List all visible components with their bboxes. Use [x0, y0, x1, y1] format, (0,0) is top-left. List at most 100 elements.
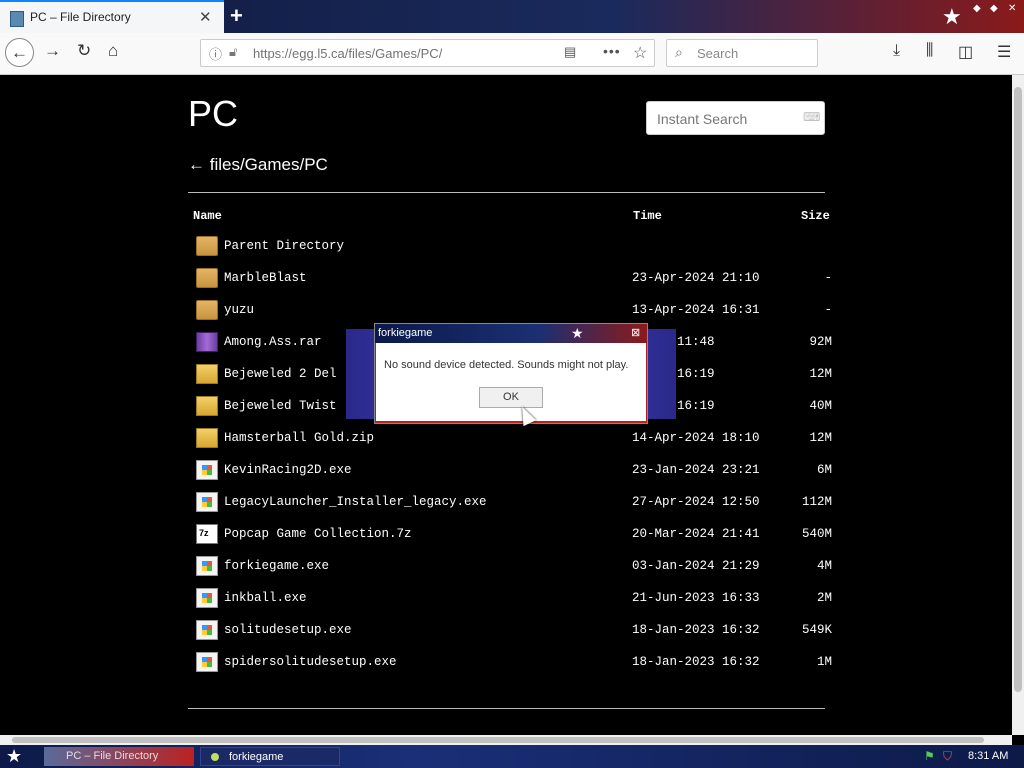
- close-tab-icon[interactable]: ✕: [199, 8, 212, 26]
- insecure-lock-icon[interactable]: 🔓︎: [229, 44, 237, 60]
- taskbar-item-browser[interactable]: PC – File Directory: [44, 747, 194, 766]
- navigation-toolbar: ← → ↻ ⌂ ⓘ 🔓︎ https://egg.l5.ca/files/Gam…: [0, 33, 1024, 75]
- dialog-message: No sound device detected. Sounds might n…: [384, 359, 629, 371]
- forward-button[interactable]: →: [44, 41, 61, 61]
- file-time: 27-Apr-2024 12:50: [632, 495, 760, 509]
- search-icon: ⌕: [675, 44, 683, 60]
- bookmark-star-icon[interactable]: ☆: [633, 43, 647, 63]
- file-row[interactable]: LegacyLauncher_Installer_legacy.exe 27-Ap…: [0, 486, 1012, 518]
- file-row[interactable]: Parent Directory: [0, 230, 1012, 262]
- new-tab-button[interactable]: +: [230, 3, 243, 29]
- back-button[interactable]: ←: [5, 38, 34, 67]
- file-name-link[interactable]: forkiegame.exe: [224, 559, 329, 573]
- taskbar-item-label: PC – File Directory: [66, 750, 159, 762]
- file-name-link[interactable]: LegacyLauncher_Installer_legacy.exe: [224, 495, 487, 509]
- downloads-icon[interactable]: ⤓: [893, 42, 900, 60]
- file-row[interactable]: yuzu 13-Apr-2024 16:31 -: [0, 294, 1012, 326]
- file-name-link[interactable]: Hamsterball Gold.zip: [224, 431, 374, 445]
- star-logo-icon: ★: [942, 4, 962, 29]
- exe-icon: [196, 620, 218, 640]
- search-placeholder: Search: [697, 46, 739, 61]
- file-size: 40M: [809, 399, 832, 413]
- file-time: 23-Jan-2024 23:21: [632, 463, 760, 477]
- horizontal-scrollbar[interactable]: [0, 735, 1012, 745]
- file-name-link[interactable]: inkball.exe: [224, 591, 307, 605]
- breadcrumb-link[interactable]: ← files/Games/PC: [188, 155, 328, 175]
- page-actions-icon[interactable]: •••: [603, 43, 621, 59]
- file-row[interactable]: Hamsterball Gold.zip 14-Apr-2024 18:10 12M: [0, 422, 1012, 454]
- minimize-icon[interactable]: ◆: [973, 3, 981, 14]
- dialog-close-icon[interactable]: ⊠: [631, 326, 640, 339]
- clock: 8:31 AM: [968, 750, 1009, 762]
- tray-network-icon[interactable]: ⚑: [924, 749, 935, 763]
- menu-icon[interactable]: ☰: [997, 42, 1011, 62]
- file-row[interactable]: inkball.exe 21-Jun-2023 16:33 2M: [0, 582, 1012, 614]
- alert-dialog: forkiegame ★ ⊠ No sound device detected.…: [374, 323, 648, 424]
- file-name-link[interactable]: Bejeweled Twist: [224, 399, 337, 413]
- divider: [188, 192, 825, 193]
- keyboard-icon: ⌨: [803, 110, 821, 124]
- scrollbar-thumb[interactable]: [1014, 87, 1022, 692]
- url-bar[interactable]: ⓘ 🔓︎ https://egg.l5.ca/files/Games/PC/ ▤…: [200, 39, 655, 67]
- start-button[interactable]: ★: [6, 746, 22, 767]
- folder-icon: [196, 300, 218, 320]
- dialog-accent-line: [375, 421, 647, 423]
- file-size: 549K: [801, 623, 832, 637]
- search-bar[interactable]: ⌕ Search: [666, 39, 818, 67]
- sidebar-icon[interactable]: ◫: [958, 42, 973, 62]
- file-row[interactable]: MarbleBlast 23-Apr-2024 21:10 -: [0, 262, 1012, 294]
- file-time: 18-Jan-2023 16:32: [632, 655, 760, 669]
- file-size: 2M: [816, 591, 832, 605]
- file-name-link[interactable]: Parent Directory: [224, 239, 344, 253]
- scrollbar-thumb[interactable]: [12, 737, 984, 743]
- taskbar-item-forkiegame[interactable]: forkiegame: [200, 747, 340, 766]
- exe-icon: [196, 556, 218, 576]
- file-row[interactable]: solitudesetup.exe 18-Jan-2023 16:32 549K: [0, 614, 1012, 646]
- file-name-link[interactable]: Bejeweled 2 Del: [224, 367, 337, 381]
- file-name-link[interactable]: yuzu: [224, 303, 254, 317]
- folder-icon: [196, 268, 218, 288]
- file-size: 12M: [809, 367, 832, 381]
- library-icon[interactable]: ⫼: [926, 42, 933, 60]
- dialog-title: forkiegame: [378, 327, 433, 339]
- exe-icon: [196, 460, 218, 480]
- zip-icon: [196, 428, 218, 448]
- browser-tab[interactable]: PC – File Directory ✕: [0, 0, 224, 33]
- file-time: 13-Apr-2024 16:31: [632, 303, 760, 317]
- column-header-size[interactable]: Size: [801, 209, 830, 223]
- url-text[interactable]: https://egg.l5.ca/files/Games/PC/: [253, 46, 442, 61]
- file-name-link[interactable]: spidersolitudesetup.exe: [224, 655, 397, 669]
- ok-button[interactable]: OK: [479, 387, 543, 408]
- close-window-icon[interactable]: ✕: [1008, 3, 1016, 14]
- home-button[interactable]: ⌂: [108, 41, 118, 61]
- info-icon[interactable]: ⓘ: [209, 44, 222, 63]
- file-name-link[interactable]: Popcap Game Collection.7z: [224, 527, 412, 541]
- file-time: 21-Jun-2023 16:33: [632, 591, 760, 605]
- reader-view-icon[interactable]: ▤: [564, 44, 576, 60]
- dialog-titlebar[interactable]: forkiegame ★ ⊠: [375, 324, 647, 343]
- column-header-time[interactable]: Time: [633, 209, 662, 223]
- file-row[interactable]: KevinRacing2D.exe 23-Jan-2024 23:21 6M: [0, 454, 1012, 486]
- taskbar-item-label: forkiegame: [229, 751, 284, 763]
- tray-shield-icon[interactable]: ⛉: [943, 749, 952, 764]
- file-name-link[interactable]: Among.Ass.rar: [224, 335, 322, 349]
- maximize-icon[interactable]: ◆: [990, 3, 998, 14]
- reload-button[interactable]: ↻: [77, 41, 91, 61]
- file-size: 4M: [816, 559, 832, 573]
- file-row[interactable]: forkiegame.exe 03-Jan-2024 21:29 4M: [0, 550, 1012, 582]
- file-size: 12M: [809, 431, 832, 445]
- file-row[interactable]: Popcap Game Collection.7z 20-Mar-2024 21:…: [0, 518, 1012, 550]
- file-name-link[interactable]: KevinRacing2D.exe: [224, 463, 352, 477]
- file-row[interactable]: spidersolitudesetup.exe 18-Jan-2023 16:32…: [0, 646, 1012, 678]
- file-name-link[interactable]: MarbleBlast: [224, 271, 307, 285]
- vertical-scrollbar[interactable]: [1012, 75, 1024, 735]
- instant-search-input[interactable]: Instant Search ⌨: [646, 101, 825, 135]
- folder-icon: [196, 236, 218, 256]
- file-time: 03-Jan-2024 21:29: [632, 559, 760, 573]
- exe-icon: [196, 492, 218, 512]
- file-size: 540M: [801, 527, 832, 541]
- file-size: 6M: [816, 463, 832, 477]
- file-name-link[interactable]: solitudesetup.exe: [224, 623, 352, 637]
- column-header-name[interactable]: Name: [193, 209, 222, 223]
- star-logo-icon: ★: [571, 325, 584, 341]
